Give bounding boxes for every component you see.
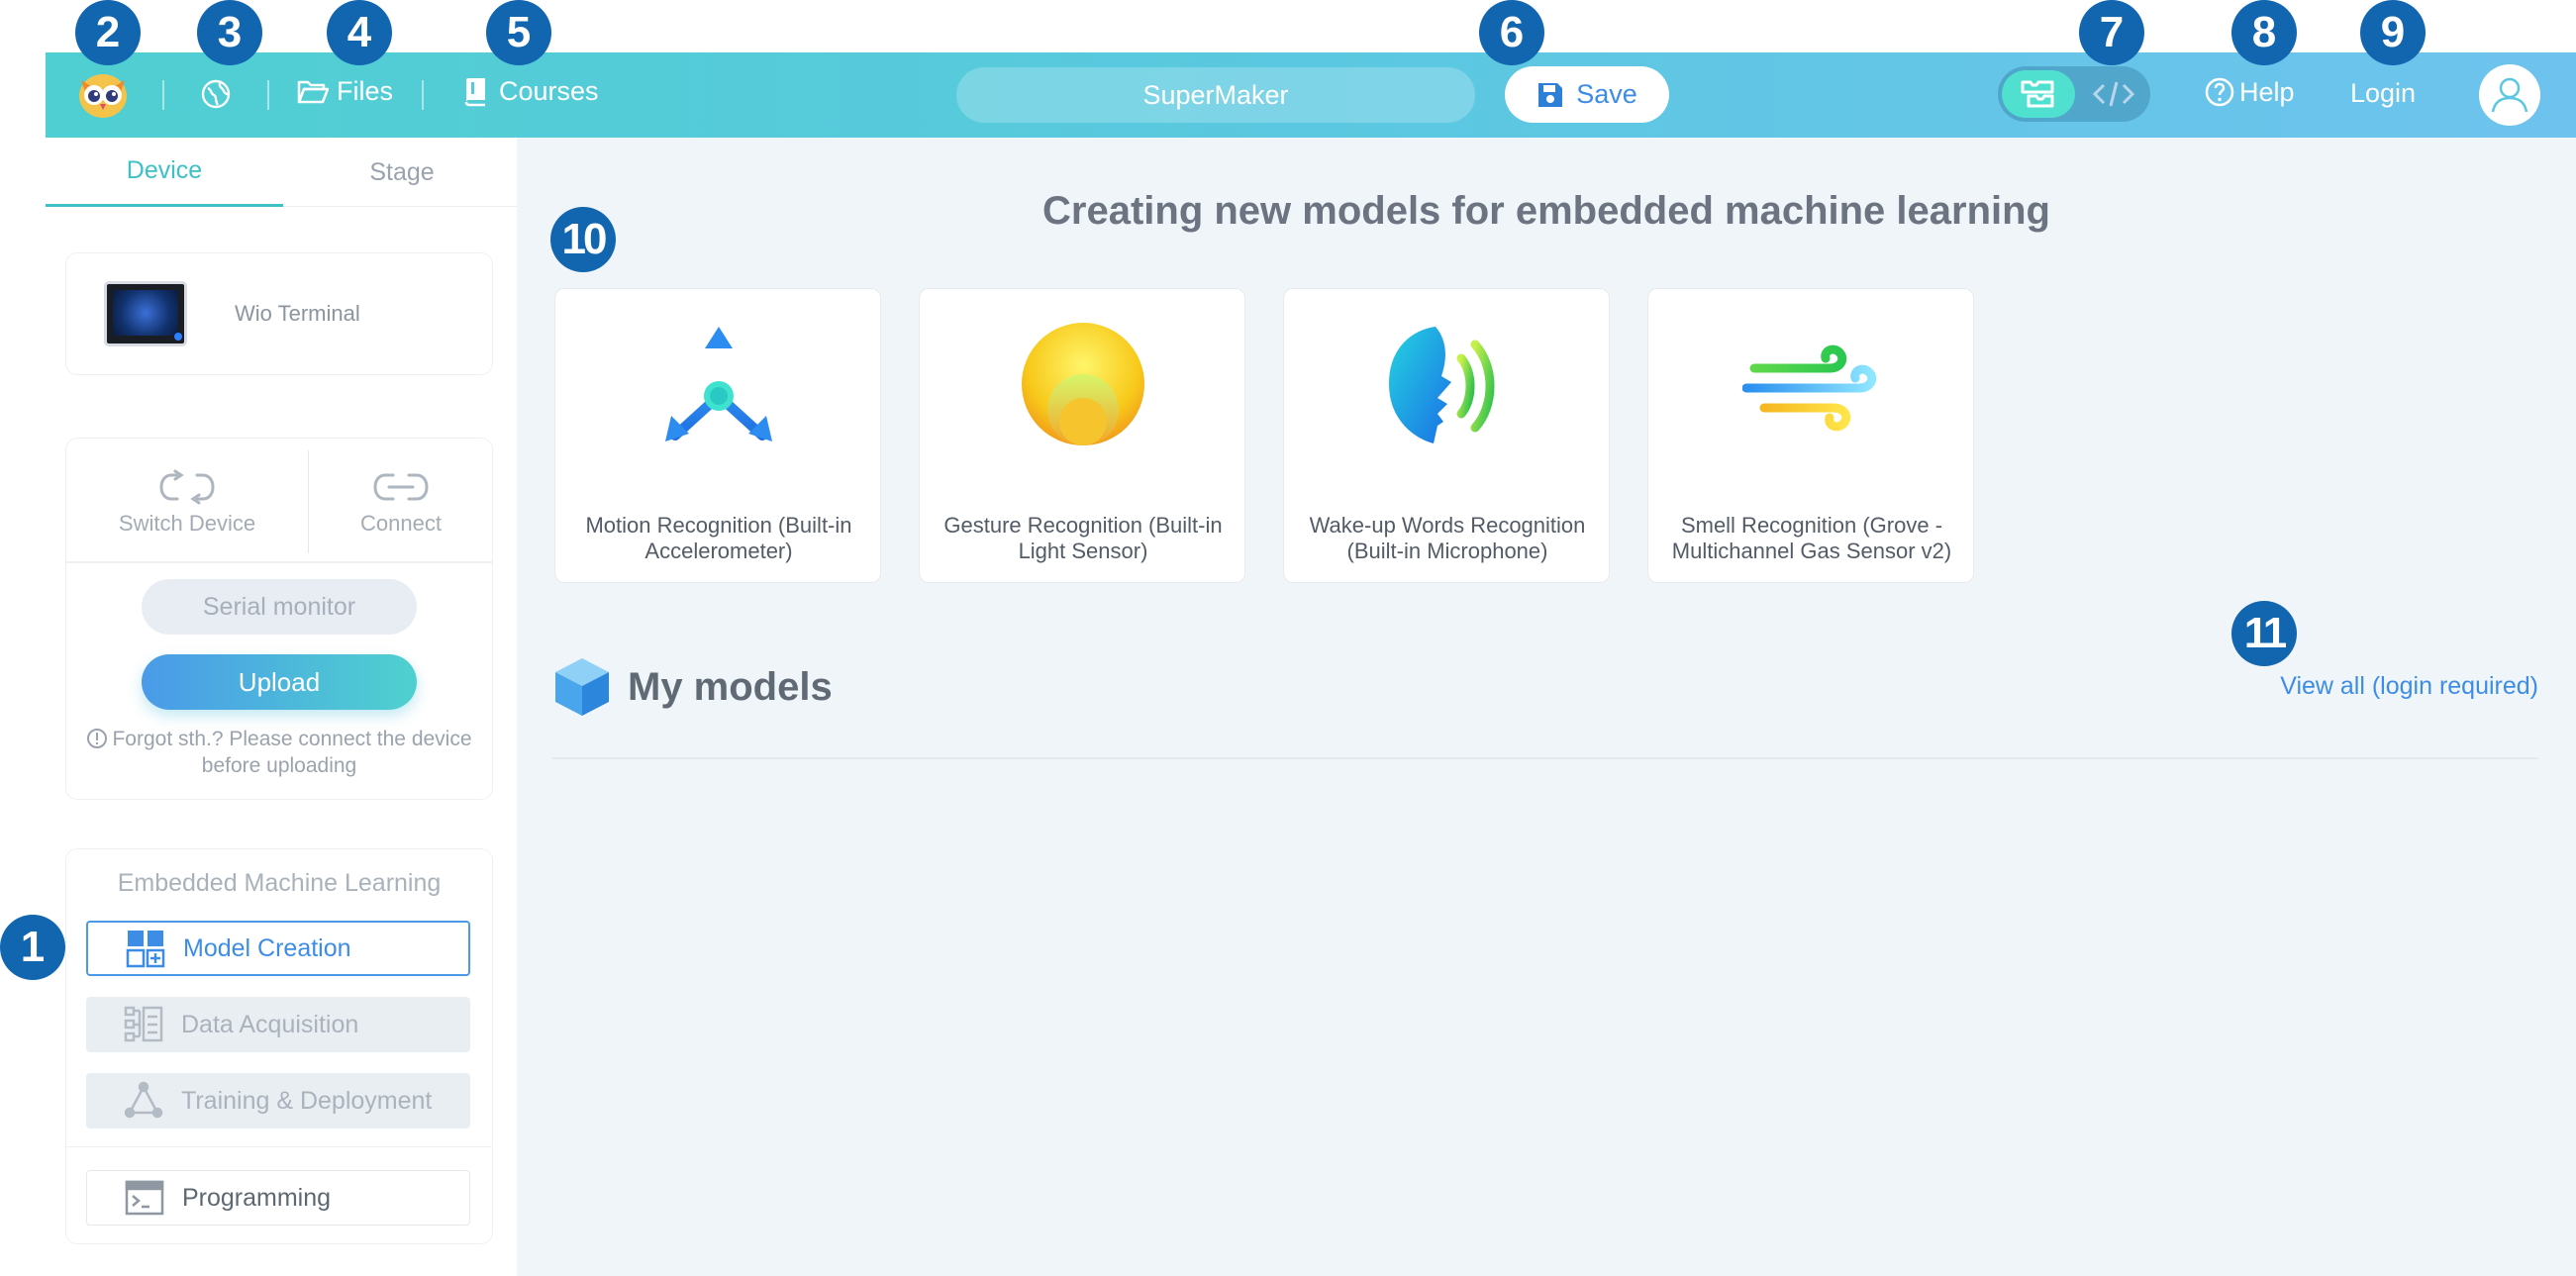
model-card-motion[interactable]: Motion Recognition (Built-in Acceleromet… [554, 288, 881, 583]
model-creation-icon [126, 929, 165, 968]
model-creation-button[interactable]: Model Creation [86, 921, 470, 976]
tab-device[interactable]: Device [46, 138, 283, 207]
code-mode-button[interactable] [2081, 70, 2146, 118]
owl-logo-icon[interactable] [75, 66, 131, 122]
save-button[interactable]: Save [1505, 66, 1669, 123]
annotation-badge-8: 8 [2231, 0, 2297, 65]
annotation-badge-4: 4 [327, 0, 392, 65]
model-creation-label: Model Creation [183, 933, 351, 962]
upload-hint: Forgot sth.? Please connect the device b… [66, 726, 492, 779]
motion-icon [649, 319, 788, 457]
training-deployment-label: Training & Deployment [181, 1086, 433, 1115]
annotation-badge-2: 2 [75, 0, 141, 65]
my-models-header: My models [552, 656, 833, 718]
user-avatar[interactable] [2479, 64, 2540, 126]
left-panel: Device Stage Wio Terminal Switch Device [46, 138, 517, 1276]
model-label-wakeup: Wake-up Words Recognition (Built-in Micr… [1309, 513, 1586, 563]
programming-label: Programming [182, 1183, 332, 1212]
terminal-icon [125, 1178, 164, 1218]
model-card-smell[interactable]: Smell Recognition (Grove - Multichannel … [1647, 288, 1974, 583]
blocks-icon [2021, 80, 2054, 108]
training-deployment-button[interactable]: Training & Deployment [86, 1073, 470, 1129]
divider [66, 1146, 492, 1147]
code-icon [2092, 81, 2135, 107]
courses-menu[interactable]: Courses [463, 76, 599, 107]
save-label: Save [1576, 79, 1637, 109]
user-icon [2491, 77, 2528, 113]
switch-device-button[interactable]: Switch Device [66, 446, 308, 559]
model-card-wakeup[interactable]: Wake-up Words Recognition (Built-in Micr… [1283, 288, 1610, 583]
training-network-icon [124, 1081, 163, 1121]
embedded-ml-card: Embedded Machine Learning Model Creation [65, 848, 493, 1244]
mode-toggle [1998, 66, 2150, 122]
upload-button[interactable]: Upload [142, 654, 417, 710]
help-menu[interactable]: Help [2204, 76, 2295, 108]
separator [162, 80, 164, 110]
programming-button[interactable]: Programming [86, 1170, 470, 1226]
book-icon [464, 77, 485, 106]
data-acquisition-icon [124, 1005, 163, 1044]
tab-stage[interactable]: Stage [283, 138, 521, 207]
connect-label: Connect [360, 511, 442, 536]
save-disk-icon [1538, 82, 1563, 107]
annotation-badge-11: 11 [2231, 601, 2297, 666]
embedded-ml-title: Embedded Machine Learning [117, 869, 442, 897]
device-card[interactable]: Wio Terminal [65, 252, 493, 375]
voice-icon [1378, 319, 1517, 457]
connection-card: Switch Device Connect Serial monitor Upl… [65, 438, 493, 800]
warning-icon [87, 729, 108, 748]
annotation-badge-7: 7 [2079, 0, 2144, 65]
device-name: Wio Terminal [235, 301, 360, 326]
help-label: Help [2239, 76, 2295, 107]
annotation-badge-3: 3 [197, 0, 262, 65]
project-name-text: SuperMaker [1142, 79, 1289, 110]
annotation-badge-5: 5 [486, 0, 551, 65]
model-label-smell: Smell Recognition (Grove - Multichannel … [1671, 513, 1952, 563]
connect-button[interactable]: Connect [309, 446, 493, 559]
device-image [104, 281, 187, 346]
courses-label: Courses [499, 76, 599, 106]
divider [66, 561, 492, 563]
main-title: Creating new models for embedded machine… [1042, 189, 2050, 233]
view-all-link[interactable]: View all (login required) [2280, 672, 2538, 701]
project-name-input[interactable]: SuperMaker [956, 67, 1475, 123]
language-globe-icon[interactable] [200, 78, 232, 110]
gesture-icon [1014, 319, 1152, 457]
divider [552, 757, 2538, 759]
app-window: Files Courses SuperMaker Save Help Login… [0, 0, 2576, 1276]
link-icon [373, 473, 429, 501]
help-question-icon [2205, 77, 2234, 107]
annotation-badge-6: 6 [1479, 0, 1544, 65]
annotation-badge-1: 1 [0, 915, 65, 980]
model-card-gesture[interactable]: Gesture Recognition (Built-in Light Sens… [919, 288, 1245, 583]
upload-hint-text: Forgot sth.? Please connect the device b… [112, 728, 472, 777]
model-label-gesture: Gesture Recognition (Built-in Light Sens… [943, 513, 1223, 563]
model-label-motion: Motion Recognition (Built-in Acceleromet… [585, 513, 852, 563]
switch-device-label: Switch Device [118, 511, 256, 536]
my-models-title: My models [628, 664, 833, 709]
smell-icon [1741, 319, 1881, 457]
cube-icon [555, 658, 609, 716]
switch-device-icon [159, 469, 215, 505]
main-content: Creating new models for embedded machine… [517, 138, 2576, 1276]
serial-monitor-button[interactable]: Serial monitor [142, 579, 417, 635]
files-label: Files [337, 76, 394, 106]
data-acquisition-button[interactable]: Data Acquisition [86, 997, 470, 1052]
annotation-badge-9: 9 [2360, 0, 2426, 65]
files-menu[interactable]: Files [297, 76, 393, 107]
separator [422, 80, 424, 110]
data-acquisition-label: Data Acquisition [181, 1010, 359, 1038]
login-link[interactable]: Login [2350, 78, 2416, 109]
blocks-mode-button[interactable] [2002, 70, 2075, 118]
top-toolbar: Files Courses SuperMaker Save Help Login [46, 52, 2576, 138]
folder-open-icon [297, 80, 329, 103]
annotation-badge-10: 10 [550, 207, 616, 272]
login-label: Login [2350, 78, 2417, 108]
panel-tabs: Device Stage [46, 138, 517, 207]
separator [267, 80, 269, 110]
